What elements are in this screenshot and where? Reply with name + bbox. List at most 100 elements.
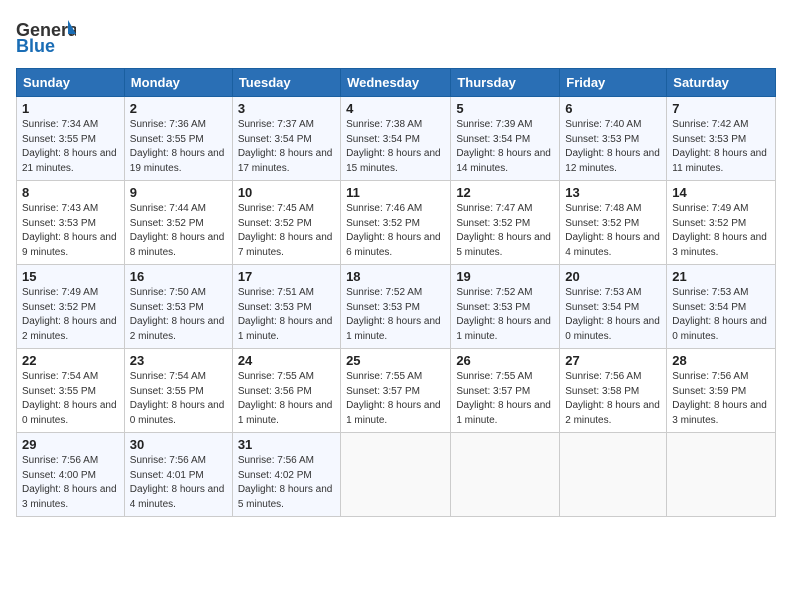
calendar-cell — [341, 433, 451, 517]
calendar-cell: 14 Sunrise: 7:49 AMSunset: 3:52 PMDayligh… — [667, 181, 776, 265]
calendar-row-5: 29Sunrise: 7:56 AMSunset: 4:00 PMDayligh… — [17, 433, 776, 517]
day-info: Sunrise: 7:54 AMSunset: 3:55 PMDaylight:… — [130, 371, 225, 426]
day-number: 12 — [456, 185, 554, 200]
calendar-cell: 17 Sunrise: 7:51 AMSunset: 3:53 PMDayligh… — [232, 265, 340, 349]
calendar-cell: 21Sunrise: 7:53 AMSunset: 3:54 PMDayligh… — [667, 265, 776, 349]
day-info: Sunrise: 7:56 AMSunset: 3:58 PMDaylight:… — [565, 371, 660, 426]
svg-text:Blue: Blue — [16, 36, 55, 56]
calendar-cell: 28 Sunrise: 7:56 AMSunset: 3:59 PMDayligh… — [667, 349, 776, 433]
calendar-cell: 9Sunrise: 7:44 AMSunset: 3:52 PMDaylight… — [124, 181, 232, 265]
day-number: 24 — [238, 353, 335, 368]
day-info: Sunrise: 7:51 AMSunset: 3:53 PMDaylight:… — [238, 287, 333, 342]
day-number: 27 — [565, 353, 661, 368]
calendar-cell: 26 Sunrise: 7:55 AMSunset: 3:57 PMDayligh… — [451, 349, 560, 433]
day-info: Sunrise: 7:55 AMSunset: 3:57 PMDaylight:… — [456, 371, 551, 426]
day-info: Sunrise: 7:54 AMSunset: 3:55 PMDaylight:… — [22, 371, 117, 426]
day-info: Sunrise: 7:38 AMSunset: 3:54 PMDaylight:… — [346, 119, 441, 174]
calendar-cell — [667, 433, 776, 517]
calendar-cell: 12 Sunrise: 7:47 AMSunset: 3:52 PMDayligh… — [451, 181, 560, 265]
calendar-cell: 3Sunrise: 7:37 AMSunset: 3:54 PMDaylight… — [232, 97, 340, 181]
day-number: 26 — [456, 353, 554, 368]
day-info: Sunrise: 7:56 AMSunset: 3:59 PMDaylight:… — [672, 371, 767, 426]
day-info: Sunrise: 7:52 AMSunset: 3:53 PMDaylight:… — [346, 287, 441, 342]
day-number: 2 — [130, 101, 227, 116]
day-info: Sunrise: 7:49 AMSunset: 3:52 PMDaylight:… — [672, 203, 767, 258]
day-number: 11 — [346, 185, 445, 200]
day-number: 22 — [22, 353, 119, 368]
calendar-cell: 18 Sunrise: 7:52 AMSunset: 3:53 PMDayligh… — [341, 265, 451, 349]
day-info: Sunrise: 7:39 AMSunset: 3:54 PMDaylight:… — [456, 119, 551, 174]
day-info: Sunrise: 7:37 AMSunset: 3:54 PMDaylight:… — [238, 119, 333, 174]
day-number: 6 — [565, 101, 661, 116]
day-info: Sunrise: 7:56 AMSunset: 4:00 PMDaylight:… — [22, 455, 117, 510]
day-info: Sunrise: 7:49 AMSunset: 3:52 PMDaylight:… — [22, 287, 117, 342]
calendar-cell: 1 Sunrise: 7:34 AMSunset: 3:55 PMDaylight… — [17, 97, 125, 181]
day-number: 9 — [130, 185, 227, 200]
header-saturday: Saturday — [667, 69, 776, 97]
day-number: 23 — [130, 353, 227, 368]
calendar-cell: 13 Sunrise: 7:48 AMSunset: 3:52 PMDayligh… — [560, 181, 667, 265]
day-info: Sunrise: 7:53 AMSunset: 3:54 PMDaylight:… — [565, 287, 660, 342]
logo-icon: General Blue — [16, 16, 76, 56]
day-number: 30 — [130, 437, 227, 452]
calendar-cell: 4 Sunrise: 7:38 AMSunset: 3:54 PMDaylight… — [341, 97, 451, 181]
day-info: Sunrise: 7:45 AMSunset: 3:52 PMDaylight:… — [238, 203, 333, 258]
day-info: Sunrise: 7:42 AMSunset: 3:53 PMDaylight:… — [672, 119, 767, 174]
day-number: 1 — [22, 101, 119, 116]
day-info: Sunrise: 7:55 AMSunset: 3:57 PMDaylight:… — [346, 371, 441, 426]
calendar-cell: 11Sunrise: 7:46 AMSunset: 3:52 PMDayligh… — [341, 181, 451, 265]
day-number: 20 — [565, 269, 661, 284]
calendar-cell: 22 Sunrise: 7:54 AMSunset: 3:55 PMDayligh… — [17, 349, 125, 433]
day-number: 10 — [238, 185, 335, 200]
calendar-cell: 24 Sunrise: 7:55 AMSunset: 3:56 PMDayligh… — [232, 349, 340, 433]
calendar-cell: 8 Sunrise: 7:43 AMSunset: 3:53 PMDaylight… — [17, 181, 125, 265]
day-info: Sunrise: 7:50 AMSunset: 3:53 PMDaylight:… — [130, 287, 225, 342]
day-info: Sunrise: 7:52 AMSunset: 3:53 PMDaylight:… — [456, 287, 551, 342]
day-info: Sunrise: 7:55 AMSunset: 3:56 PMDaylight:… — [238, 371, 333, 426]
day-info: Sunrise: 7:34 AMSunset: 3:55 PMDaylight:… — [22, 119, 117, 174]
day-info: Sunrise: 7:36 AMSunset: 3:55 PMDaylight:… — [130, 119, 225, 174]
calendar-cell: 20 Sunrise: 7:53 AMSunset: 3:54 PMDayligh… — [560, 265, 667, 349]
day-number: 8 — [22, 185, 119, 200]
day-info: Sunrise: 7:40 AMSunset: 3:53 PMDaylight:… — [565, 119, 660, 174]
day-number: 18 — [346, 269, 445, 284]
day-number: 13 — [565, 185, 661, 200]
calendar-cell: 30 Sunrise: 7:56 AMSunset: 4:01 PMDayligh… — [124, 433, 232, 517]
header-monday: Monday — [124, 69, 232, 97]
day-number: 25 — [346, 353, 445, 368]
logo: General Blue — [16, 16, 76, 56]
header-wednesday: Wednesday — [341, 69, 451, 97]
day-number: 28 — [672, 353, 770, 368]
calendar-cell: 7Sunrise: 7:42 AMSunset: 3:53 PMDaylight… — [667, 97, 776, 181]
calendar-cell: 23 Sunrise: 7:54 AMSunset: 3:55 PMDayligh… — [124, 349, 232, 433]
day-number: 4 — [346, 101, 445, 116]
calendar-cell: 10 Sunrise: 7:45 AMSunset: 3:52 PMDayligh… — [232, 181, 340, 265]
day-info: Sunrise: 7:48 AMSunset: 3:52 PMDaylight:… — [565, 203, 660, 258]
calendar-body: 1 Sunrise: 7:34 AMSunset: 3:55 PMDaylight… — [17, 97, 776, 517]
calendar-row-4: 22 Sunrise: 7:54 AMSunset: 3:55 PMDayligh… — [17, 349, 776, 433]
calendar-cell — [560, 433, 667, 517]
header-tuesday: Tuesday — [232, 69, 340, 97]
day-info: Sunrise: 7:47 AMSunset: 3:52 PMDaylight:… — [456, 203, 551, 258]
day-number: 21 — [672, 269, 770, 284]
day-number: 31 — [238, 437, 335, 452]
calendar-cell: 25 Sunrise: 7:55 AMSunset: 3:57 PMDayligh… — [341, 349, 451, 433]
header-thursday: Thursday — [451, 69, 560, 97]
calendar-header-row: SundayMondayTuesdayWednesdayThursdayFrid… — [17, 69, 776, 97]
calendar-cell: 29Sunrise: 7:56 AMSunset: 4:00 PMDayligh… — [17, 433, 125, 517]
day-info: Sunrise: 7:56 AMSunset: 4:01 PMDaylight:… — [130, 455, 225, 510]
header-sunday: Sunday — [17, 69, 125, 97]
day-number: 14 — [672, 185, 770, 200]
calendar-row-1: 1 Sunrise: 7:34 AMSunset: 3:55 PMDaylight… — [17, 97, 776, 181]
day-info: Sunrise: 7:43 AMSunset: 3:53 PMDaylight:… — [22, 203, 117, 258]
day-number: 17 — [238, 269, 335, 284]
calendar-cell — [451, 433, 560, 517]
calendar-cell: 16Sunrise: 7:50 AMSunset: 3:53 PMDayligh… — [124, 265, 232, 349]
day-number: 5 — [456, 101, 554, 116]
day-number: 19 — [456, 269, 554, 284]
calendar-cell: 6 Sunrise: 7:40 AMSunset: 3:53 PMDaylight… — [560, 97, 667, 181]
calendar-row-3: 15Sunrise: 7:49 AMSunset: 3:52 PMDayligh… — [17, 265, 776, 349]
calendar-cell: 27 Sunrise: 7:56 AMSunset: 3:58 PMDayligh… — [560, 349, 667, 433]
calendar-table: SundayMondayTuesdayWednesdayThursdayFrid… — [16, 68, 776, 517]
calendar-cell: 19 Sunrise: 7:52 AMSunset: 3:53 PMDayligh… — [451, 265, 560, 349]
